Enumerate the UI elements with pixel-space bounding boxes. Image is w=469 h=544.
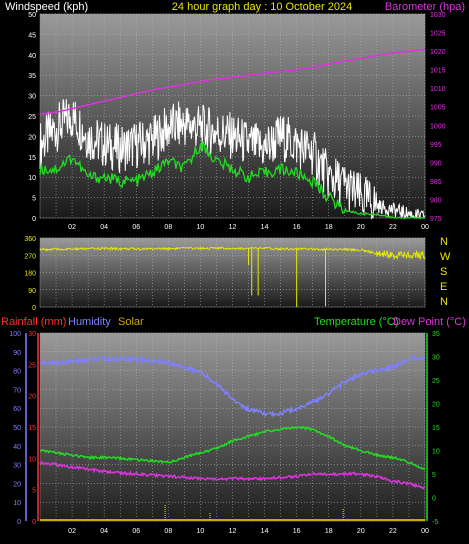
hour-tick-label: 08: [164, 224, 172, 231]
hour-tick-label: 18: [325, 528, 333, 535]
barometer-tick-label: 990: [430, 160, 442, 167]
solar-label: Solar: [118, 316, 144, 328]
rain-tick-label: 0: [32, 519, 36, 526]
compass-n-bottom: N: [440, 296, 448, 308]
humidity-tick-label: 0: [17, 519, 21, 526]
hour-tick-label: 14: [261, 224, 269, 231]
barometer-tick-label: 975: [430, 216, 442, 223]
hour-tick-label: 16: [293, 528, 301, 535]
temp-tick-label: -5: [432, 519, 438, 526]
compass-e: E: [440, 281, 447, 293]
wind-tick-label: 40: [28, 53, 36, 60]
wind-tick-label: 0: [32, 216, 36, 223]
temp-tick-label: 5: [432, 472, 436, 479]
humidity-tick-label: 100: [9, 331, 21, 338]
barometer-tick-label: 1000: [430, 123, 446, 130]
hour-tick-label: 22: [389, 528, 397, 535]
hour-tick-label: 18: [325, 224, 333, 231]
hour-tick-label: 00: [421, 224, 429, 231]
barometer-tick-label: 1015: [430, 68, 446, 75]
humidity-label: Humidity: [68, 316, 111, 328]
hour-tick-label: 06: [132, 224, 140, 231]
direction-tick-label: 0: [32, 305, 36, 312]
humidity-tick-label: 60: [13, 406, 21, 413]
compass-s: S: [440, 266, 447, 278]
humidity-tick-label: 40: [13, 444, 21, 451]
humidity-tick-label: 10: [13, 500, 21, 507]
rain-tick-label: 30: [28, 331, 36, 338]
hour-tick-label: 16: [293, 224, 301, 231]
hour-tick-label: 20: [357, 528, 365, 535]
wind-tick-label: 5: [32, 196, 36, 203]
hour-tick-label: 04: [100, 224, 108, 231]
hour-tick-label: 12: [229, 224, 237, 231]
hour-tick-label: 10: [197, 528, 205, 535]
wind-tick-label: 30: [28, 94, 36, 101]
humidity-tick-label: 90: [13, 350, 21, 357]
compass-labels: N W S E N: [440, 236, 451, 308]
direction-tick-label: 90: [28, 288, 36, 295]
hour-tick-label: 04: [100, 528, 108, 535]
barometer-tick-label: 1010: [430, 86, 446, 93]
hour-tick-label: 02: [68, 528, 76, 535]
barometer-tick-label: 995: [430, 142, 442, 149]
direction-tick-label: 180: [24, 271, 36, 278]
barometer-tick-label: 1025: [430, 31, 446, 38]
hour-tick-label: 08: [164, 528, 172, 535]
rainfall-label: Rainfall (mm): [1, 316, 66, 328]
humidity-tick-label: 50: [13, 425, 21, 432]
humidity-tick-label: 20: [13, 481, 21, 488]
temp-tick-label: 25: [432, 378, 440, 385]
graph-title: 24 hour graph day : 10 October 2024: [172, 1, 352, 13]
wind-tick-label: 20: [28, 134, 36, 141]
barometer-tick-label: 980: [430, 197, 442, 204]
temp-tick-label: 35: [432, 331, 440, 338]
weather-graph-canvas: Windspeed (kph) 24 hour graph day : 10 O…: [1, 1, 466, 535]
compass-w: W: [440, 251, 451, 263]
wind-tick-label: 35: [28, 73, 36, 80]
temp-tick-label: 15: [432, 425, 440, 432]
hour-tick-label: 10: [197, 224, 205, 231]
temperature-label: Temperature (°C): [314, 316, 398, 328]
barometer-tick-label: 1005: [430, 105, 446, 112]
dewpoint-label: Dew Point (°C): [393, 316, 466, 328]
barometer-label: Barometer (hpa): [385, 1, 465, 13]
barometer-tick-label: 1030: [430, 12, 446, 19]
rain-tick-label: 20: [28, 394, 36, 401]
wind-tick-label: 25: [28, 114, 36, 121]
compass-n-top: N: [440, 236, 448, 248]
rain-tick-label: 15: [28, 425, 36, 432]
rain-tick-label: 5: [32, 488, 36, 495]
humidity-tick-label: 30: [13, 463, 21, 470]
temp-tick-label: 20: [432, 402, 440, 409]
humidity-tick-label: 80: [13, 369, 21, 376]
wind-tick-label: 50: [28, 12, 36, 19]
rain-tick-label: 25: [28, 362, 36, 369]
hour-tick-label: 14: [261, 528, 269, 535]
humidity-tick-label: 70: [13, 387, 21, 394]
barometer-tick-label: 1020: [430, 49, 446, 56]
hour-tick-label: 20: [357, 224, 365, 231]
temp-tick-label: 30: [432, 355, 440, 362]
hour-tick-label: 12: [229, 528, 237, 535]
hour-tick-label: 00: [421, 528, 429, 535]
hour-tick-label: 02: [68, 224, 76, 231]
direction-tick-label: 270: [24, 253, 36, 260]
hour-tick-label: 22: [389, 224, 397, 231]
wind-tick-label: 10: [28, 175, 36, 182]
wind-tick-label: 45: [28, 32, 36, 39]
temp-tick-label: 10: [432, 449, 440, 456]
wind-tick-label: 15: [28, 155, 36, 162]
rain-tick-label: 10: [28, 456, 36, 463]
temp-tick-label: 0: [432, 496, 436, 503]
windspeed-label: Windspeed (kph): [5, 1, 88, 13]
barometer-tick-label: 985: [430, 179, 442, 186]
hour-tick-label: 06: [132, 528, 140, 535]
direction-tick-label: 360: [24, 236, 36, 243]
